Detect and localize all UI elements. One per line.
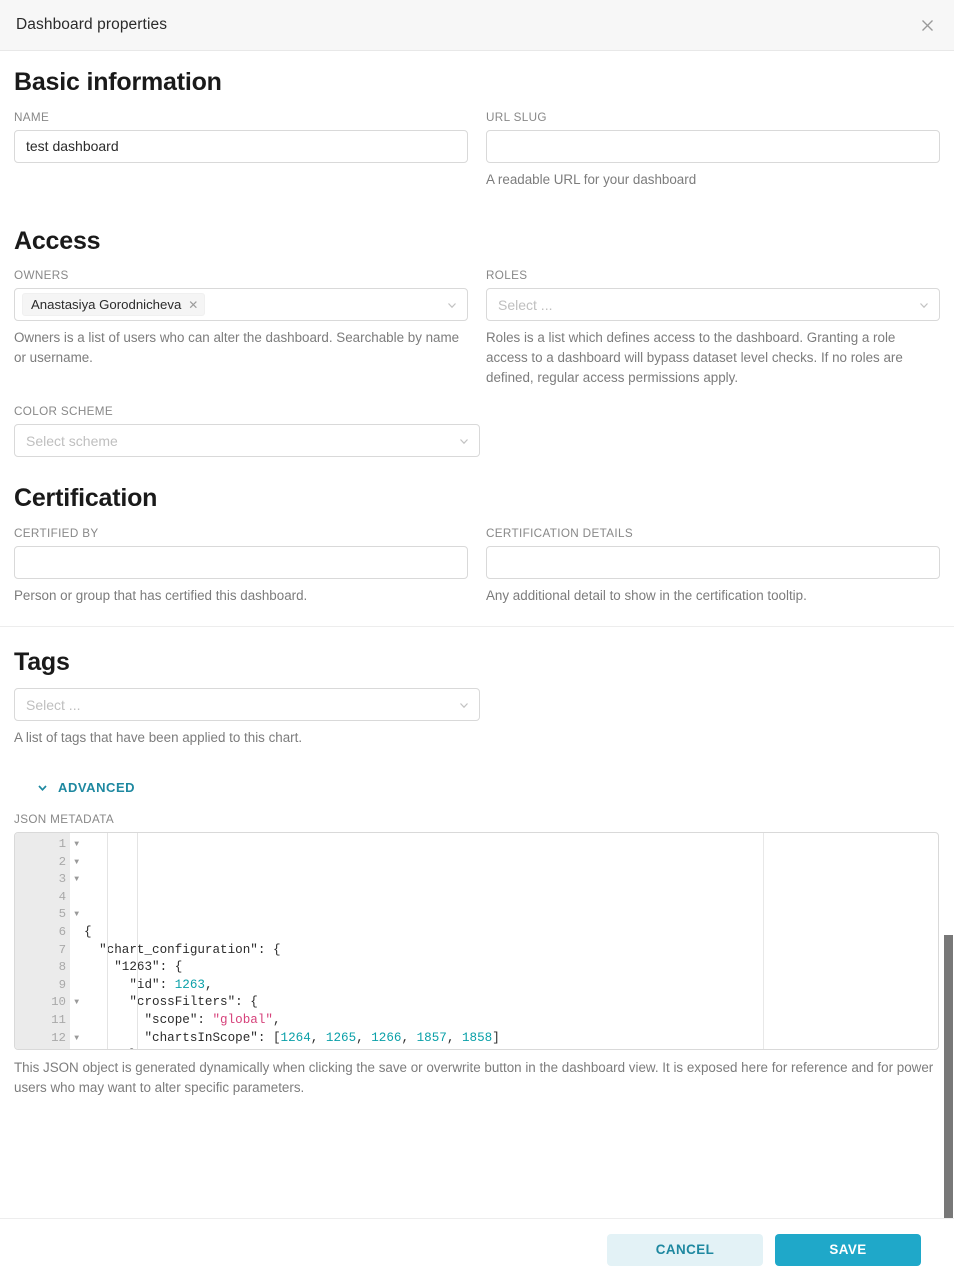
color-scheme-placeholder: Select scheme bbox=[26, 432, 118, 449]
certification-row: CERTIFIED BY Person or group that has ce… bbox=[14, 527, 940, 606]
certified-by-field-group: CERTIFIED BY Person or group that has ce… bbox=[14, 527, 468, 606]
advanced-toggle[interactable]: ADVANCED bbox=[14, 776, 135, 799]
color-scheme-row: COLOR SCHEME Select scheme bbox=[14, 405, 940, 457]
editor-code-line: } bbox=[84, 1047, 938, 1049]
chevron-down-icon bbox=[458, 699, 470, 711]
modal-header: Dashboard properties bbox=[0, 0, 954, 51]
name-input[interactable] bbox=[14, 129, 468, 163]
editor-line-number: 6 bbox=[58, 924, 66, 939]
certified-by-input[interactable] bbox=[14, 545, 468, 579]
color-scheme-field-group: COLOR SCHEME Select scheme bbox=[14, 405, 480, 457]
url-slug-field-group: URL SLUG A readable URL for your dashboa… bbox=[486, 111, 940, 190]
editor-line-number: 11 bbox=[51, 1012, 66, 1027]
owner-chip-label: Anastasiya Gorodnicheva bbox=[31, 297, 182, 312]
owners-select[interactable]: Anastasiya Gorodnicheva ✕ bbox=[14, 288, 468, 321]
editor-code-line: "1263": { bbox=[114, 960, 183, 975]
cancel-button[interactable]: CANCEL bbox=[607, 1233, 763, 1266]
name-label: NAME bbox=[14, 110, 50, 124]
editor-line-number: 8 bbox=[58, 960, 66, 975]
certification-details-help: Any additional detail to show in the cer… bbox=[486, 587, 807, 603]
page-scrollbar-thumb[interactable] bbox=[944, 935, 953, 1218]
basic-information-row: NAME URL SLUG A readable URL for your da… bbox=[14, 111, 940, 190]
certification-details-field-group: CERTIFICATION DETAILS Any additional det… bbox=[486, 527, 940, 606]
tags-placeholder: Select ... bbox=[26, 696, 81, 713]
json-metadata-editor[interactable]: 1▼2▼3▼45▼678910▼1112▼1314 { "chart_confi… bbox=[14, 832, 939, 1050]
url-slug-input[interactable] bbox=[486, 129, 940, 163]
page-scrollbar[interactable] bbox=[943, 935, 954, 1218]
editor-line-number: 1 ▼ bbox=[15, 836, 79, 854]
editor-code-line: "chartsInScope": [1264, 1265, 1266, 1857… bbox=[144, 1030, 500, 1045]
roles-field-group: ROLES Select ... Roles is a list which d… bbox=[486, 269, 940, 388]
editor-code-line: "crossFilters": { bbox=[129, 995, 258, 1010]
editor-line-number: 2 ▼ bbox=[15, 854, 79, 872]
editor-gutter: 1▼2▼3▼45▼678910▼1112▼1314 bbox=[15, 833, 79, 1049]
editor-code-line: "scope": "global", bbox=[144, 1012, 281, 1027]
editor-line-number: 12 ▼ bbox=[15, 1030, 79, 1048]
json-metadata-help: This JSON object is generated dynamicall… bbox=[14, 1060, 934, 1095]
editor-line-number: 10 ▼ bbox=[15, 994, 79, 1012]
certification-details-input[interactable] bbox=[486, 545, 940, 579]
certified-by-help: Person or group that has certified this … bbox=[14, 587, 308, 603]
certification-details-label: CERTIFICATION DETAILS bbox=[486, 526, 633, 540]
chevron-down-icon bbox=[36, 781, 49, 794]
chevron-down-icon bbox=[458, 435, 470, 447]
owner-chip[interactable]: Anastasiya Gorodnicheva ✕ bbox=[22, 293, 206, 316]
owners-help: Owners is a list of users who can alter … bbox=[14, 330, 460, 365]
editor-print-margin bbox=[763, 833, 764, 1049]
tags-heading: Tags bbox=[14, 647, 70, 676]
owner-chip-remove-icon[interactable]: ✕ bbox=[188, 299, 198, 311]
certification-heading: Certification bbox=[14, 484, 158, 512]
editor-line-number: 9 bbox=[58, 977, 66, 992]
editor-line-number: 7 bbox=[58, 942, 66, 957]
url-slug-help: A readable URL for your dashboard bbox=[486, 171, 697, 187]
save-button[interactable]: SAVE bbox=[775, 1233, 921, 1266]
modal-title: Dashboard properties bbox=[16, 16, 168, 33]
tags-row: Select ... A list of tags that have been… bbox=[14, 688, 940, 748]
basic-information-heading: Basic information bbox=[14, 68, 222, 96]
editor-line-number: 3 ▼ bbox=[15, 871, 79, 889]
color-scheme-select[interactable]: Select scheme bbox=[14, 424, 480, 457]
name-field-group: NAME bbox=[14, 111, 468, 190]
tags-select[interactable]: Select ... bbox=[14, 688, 480, 721]
roles-label: ROLES bbox=[486, 269, 528, 282]
advanced-toggle-label: ADVANCED bbox=[58, 780, 136, 795]
close-icon[interactable] bbox=[914, 12, 940, 38]
roles-select[interactable]: Select ... bbox=[486, 288, 940, 321]
roles-help: Roles is a list which defines access to … bbox=[486, 330, 903, 385]
dashboard-properties-modal: Dashboard properties Basic information N… bbox=[0, 0, 954, 1280]
json-metadata-label: JSON METADATA bbox=[14, 813, 114, 826]
editor-code-line: { bbox=[84, 924, 92, 939]
color-scheme-spacer bbox=[498, 405, 940, 457]
certified-by-label: CERTIFIED BY bbox=[14, 526, 99, 540]
editor-line-number: 13 bbox=[15, 1047, 70, 1049]
editor-code-line: "id": 1263, bbox=[129, 977, 213, 992]
owners-label: OWNERS bbox=[14, 269, 69, 282]
roles-placeholder: Select ... bbox=[498, 296, 553, 313]
modal-footer: CANCEL SAVE bbox=[0, 1218, 954, 1280]
tags-help: A list of tags that have been applied to… bbox=[14, 730, 303, 745]
editor-line-number: 4 bbox=[58, 889, 66, 904]
access-heading: Access bbox=[14, 226, 101, 255]
owners-field-group: OWNERS Anastasiya Gorodnicheva ✕ Owners … bbox=[14, 269, 468, 388]
tags-field-group: Select ... A list of tags that have been… bbox=[14, 688, 480, 748]
chevron-down-icon bbox=[918, 299, 930, 311]
chevron-down-icon bbox=[446, 299, 458, 311]
editor-line-number: 5 ▼ bbox=[15, 906, 79, 924]
editor-code[interactable]: { "chart_configuration": { "1263": { "id… bbox=[70, 833, 938, 1049]
url-slug-label: URL SLUG bbox=[486, 110, 547, 124]
section-divider bbox=[0, 625, 954, 627]
modal-body: Basic information NAME URL SLUG A readab… bbox=[0, 51, 954, 1218]
access-row: OWNERS Anastasiya Gorodnicheva ✕ Owners … bbox=[14, 269, 940, 388]
editor-code-line: "chart_configuration": { bbox=[99, 942, 281, 957]
tags-spacer bbox=[498, 688, 940, 748]
color-scheme-label: COLOR SCHEME bbox=[14, 405, 114, 418]
